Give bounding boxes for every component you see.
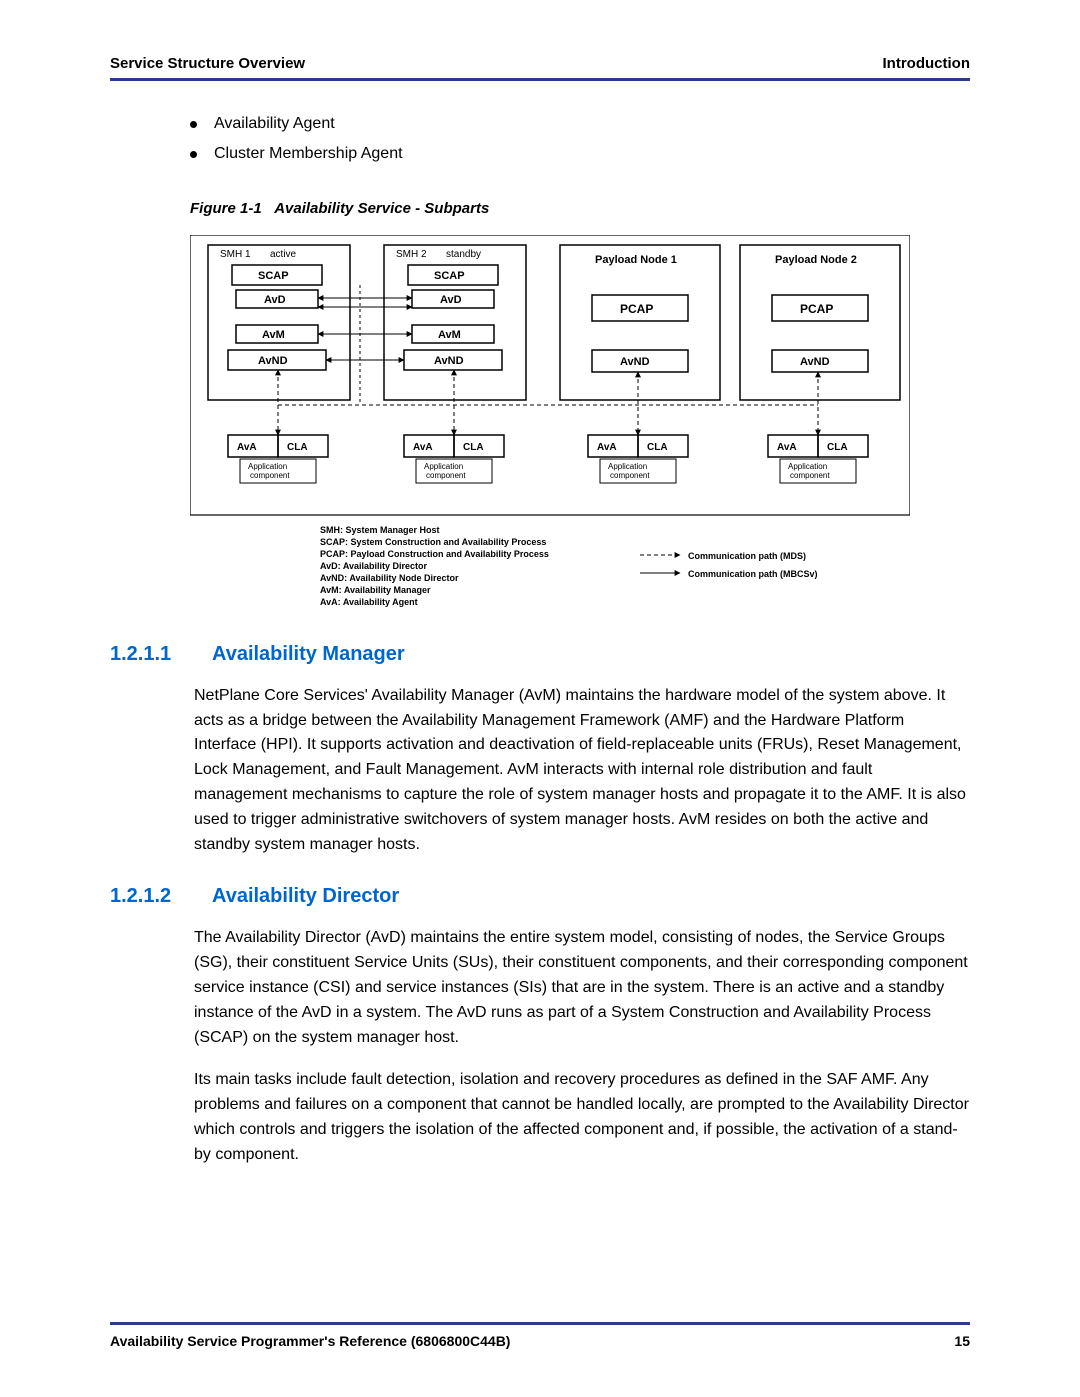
paragraph: The Availability Director (AvD) maintain… [194, 926, 970, 1050]
svg-text:AvM: AvM [262, 329, 285, 341]
svg-text:AvA: AvA [777, 442, 797, 453]
figure-number: Figure 1-1 [190, 200, 262, 217]
svg-text:AvD: AvD [264, 294, 286, 306]
svg-text:SCAP: SCAP [434, 270, 465, 282]
svg-text:active: active [270, 249, 297, 260]
svg-text:PCAP: Payload Construction and: PCAP: Payload Construction and Availabil… [320, 549, 549, 559]
svg-text:component: component [250, 471, 290, 480]
svg-text:Payload Node 1: Payload Node 1 [595, 254, 677, 266]
page: Service Structure Overview Introduction … [0, 0, 1080, 1397]
header-left: Service Structure Overview [110, 55, 305, 72]
svg-text:AvA: AvA [597, 442, 617, 453]
figure-caption: Figure 1-1 Availability Service - Subpar… [190, 200, 970, 217]
svg-text:AvND: AvND [800, 356, 830, 368]
list-item: Cluster Membership Agent [190, 139, 970, 169]
footer-doc-id: Availability Service Programmer's Refere… [110, 1333, 510, 1349]
svg-text:component: component [790, 471, 830, 480]
svg-text:AvA: AvA [237, 442, 257, 453]
section-number: 1.2.1.1 [110, 643, 180, 666]
svg-text:SMH 1: SMH 1 [220, 249, 251, 260]
svg-text:component: component [610, 471, 650, 480]
svg-text:Payload Node 2: Payload Node 2 [775, 254, 857, 266]
svg-text:PCAP: PCAP [800, 302, 833, 316]
footer-page-num: 15 [954, 1333, 970, 1349]
svg-text:AvND: Availability Node Direct: AvND: Availability Node Director [320, 573, 459, 583]
svg-text:CLA: CLA [647, 442, 668, 453]
svg-text:CLA: CLA [463, 442, 484, 453]
svg-text:AvA: Availability Agent: AvA: Availability Agent [320, 597, 418, 607]
svg-text:AvM: AvM [438, 329, 461, 341]
svg-text:SCAP: SCAP [258, 270, 289, 282]
svg-text:standby: standby [446, 249, 481, 260]
svg-text:CLA: CLA [287, 442, 308, 453]
figure-title: Availability Service - Subparts [274, 200, 489, 217]
bullet-list: Availability Agent Cluster Membership Ag… [110, 109, 970, 170]
svg-text:AvM: Availability Manager: AvM: Availability Manager [320, 585, 431, 595]
section-title: Availability Manager [212, 643, 405, 666]
svg-text:Application: Application [424, 462, 463, 471]
paragraph: Its main tasks include fault detection, … [194, 1068, 970, 1167]
section-title: Availability Director [212, 885, 399, 908]
svg-text:AvND: AvND [258, 355, 288, 367]
svg-text:Application: Application [788, 462, 827, 471]
svg-text:AvA: AvA [413, 442, 433, 453]
svg-text:SMH 2: SMH 2 [396, 249, 427, 260]
svg-text:AvND: AvND [434, 355, 464, 367]
svg-text:AvD: AvD [440, 294, 462, 306]
svg-text:AvD: Availability Director: AvD: Availability Director [320, 561, 428, 571]
svg-text:SMH: System Manager Host: SMH: System Manager Host [320, 525, 440, 535]
header-right: Introduction [883, 55, 970, 72]
svg-text:PCAP: PCAP [620, 302, 653, 316]
svg-text:SCAP: System Construction and: SCAP: System Construction and Availabili… [320, 537, 546, 547]
figure: SMH 1 active SCAP AvD AvM AvND AvA CLA A… [190, 235, 910, 615]
svg-text:Application: Application [608, 462, 647, 471]
svg-text:Communication path (MBCSv): Communication path (MBCSv) [688, 569, 818, 579]
running-header: Service Structure Overview Introduction [110, 55, 970, 81]
svg-text:component: component [426, 471, 466, 480]
content: Availability Agent Cluster Membership Ag… [110, 81, 970, 1168]
footer: Availability Service Programmer's Refere… [110, 1322, 970, 1349]
section-heading-availability-manager: 1.2.1.1 Availability Manager [110, 643, 970, 666]
figure-svg: SMH 1 active SCAP AvD AvM AvND AvA CLA A… [190, 235, 910, 615]
section-number: 1.2.1.2 [110, 885, 180, 908]
svg-text:CLA: CLA [827, 442, 848, 453]
svg-text:AvND: AvND [620, 356, 650, 368]
paragraph: NetPlane Core Services' Availability Man… [194, 684, 970, 858]
svg-text:Communication path (MDS): Communication path (MDS) [688, 551, 806, 561]
section-heading-availability-director: 1.2.1.2 Availability Director [110, 885, 970, 908]
list-item: Availability Agent [190, 109, 970, 139]
svg-text:Application: Application [248, 462, 287, 471]
